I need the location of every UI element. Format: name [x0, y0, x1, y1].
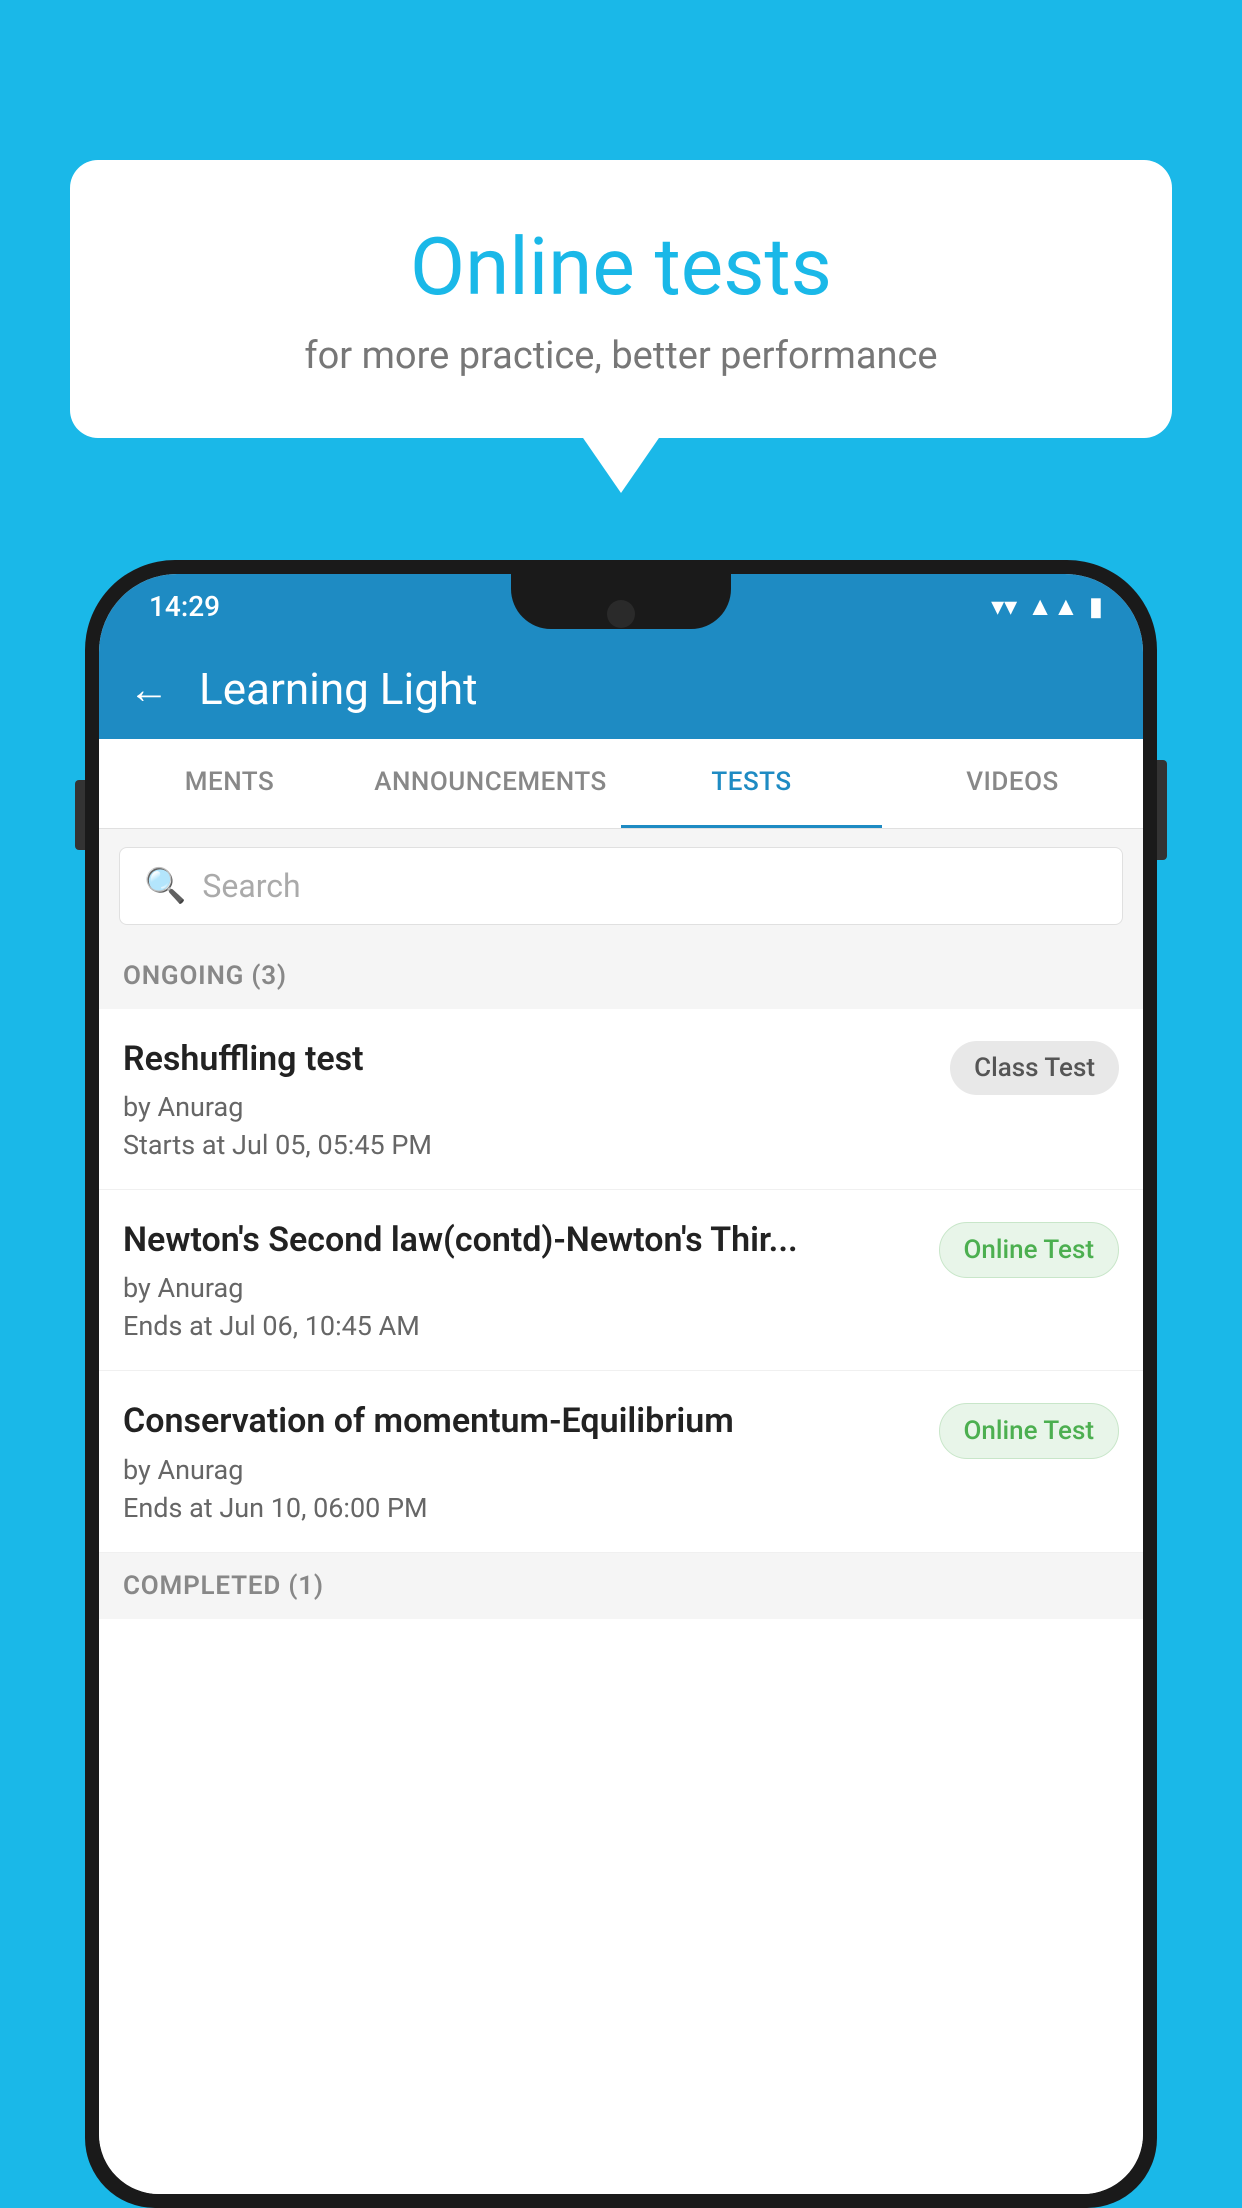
test-item-2[interactable]: Newton's Second law(contd)-Newton's Thir… [99, 1190, 1143, 1371]
tab-videos[interactable]: VIDEOS [882, 739, 1143, 828]
test-info-2: Newton's Second law(contd)-Newton's Thir… [123, 1218, 919, 1342]
search-container: 🔍 Search [99, 829, 1143, 943]
badge-online-test-2: Online Test [939, 1222, 1120, 1278]
search-placeholder: Search [202, 867, 300, 905]
search-icon: 🔍 [144, 866, 186, 906]
search-input-wrapper[interactable]: 🔍 Search [119, 847, 1123, 925]
test-time-3: Ends at Jun 10, 06:00 PM [123, 1492, 919, 1524]
completed-section-label: COMPLETED (1) [99, 1553, 1143, 1619]
power-button [1157, 760, 1167, 860]
front-camera [607, 600, 635, 628]
test-title-2: Newton's Second law(contd)-Newton's Thir… [123, 1218, 919, 1262]
phone-notch [511, 574, 731, 629]
volume-button [75, 780, 85, 850]
tab-ments[interactable]: MENTS [99, 739, 360, 828]
test-title-1: Reshuffling test [123, 1037, 930, 1081]
phone-container: 14:29 ▾▾ ▲▲ ▮ ← Learning Light MENTS ANN… [85, 560, 1157, 2208]
tabs-container: MENTS ANNOUNCEMENTS TESTS VIDEOS [99, 739, 1143, 829]
test-info-3: Conservation of momentum-Equilibrium by … [123, 1399, 919, 1523]
test-item-3[interactable]: Conservation of momentum-Equilibrium by … [99, 1371, 1143, 1552]
test-list: Reshuffling test by Anurag Starts at Jul… [99, 1009, 1143, 2194]
battery-icon: ▮ [1089, 592, 1103, 622]
status-time: 14:29 [149, 590, 220, 623]
speech-bubble: Online tests for more practice, better p… [70, 160, 1172, 438]
test-time-2: Ends at Jul 06, 10:45 AM [123, 1310, 919, 1342]
app-header: ← Learning Light [99, 639, 1143, 739]
test-author-3: by Anurag [123, 1454, 919, 1486]
status-icons: ▾▾ ▲▲ ▮ [991, 591, 1103, 622]
phone-screen: 14:29 ▾▾ ▲▲ ▮ ← Learning Light MENTS ANN… [99, 574, 1143, 2194]
bubble-subtitle: for more practice, better performance [120, 334, 1122, 378]
badge-online-test-3: Online Test [939, 1403, 1120, 1459]
bubble-title: Online tests [120, 220, 1122, 314]
badge-class-test-1: Class Test [950, 1041, 1119, 1095]
signal-icon: ▲▲ [1027, 591, 1078, 622]
tab-announcements[interactable]: ANNOUNCEMENTS [360, 739, 621, 828]
test-item-1[interactable]: Reshuffling test by Anurag Starts at Jul… [99, 1009, 1143, 1190]
back-button[interactable]: ← [129, 666, 169, 713]
test-author-1: by Anurag [123, 1091, 930, 1123]
wifi-icon: ▾▾ [991, 592, 1017, 622]
phone-outer: 14:29 ▾▾ ▲▲ ▮ ← Learning Light MENTS ANN… [85, 560, 1157, 2208]
test-title-3: Conservation of momentum-Equilibrium [123, 1399, 919, 1443]
test-time-1: Starts at Jul 05, 05:45 PM [123, 1129, 930, 1161]
app-title: Learning Light [199, 663, 478, 715]
test-author-2: by Anurag [123, 1272, 919, 1304]
test-info-1: Reshuffling test by Anurag Starts at Jul… [123, 1037, 930, 1161]
tab-tests[interactable]: TESTS [621, 739, 882, 828]
ongoing-section-label: ONGOING (3) [99, 943, 1143, 1009]
